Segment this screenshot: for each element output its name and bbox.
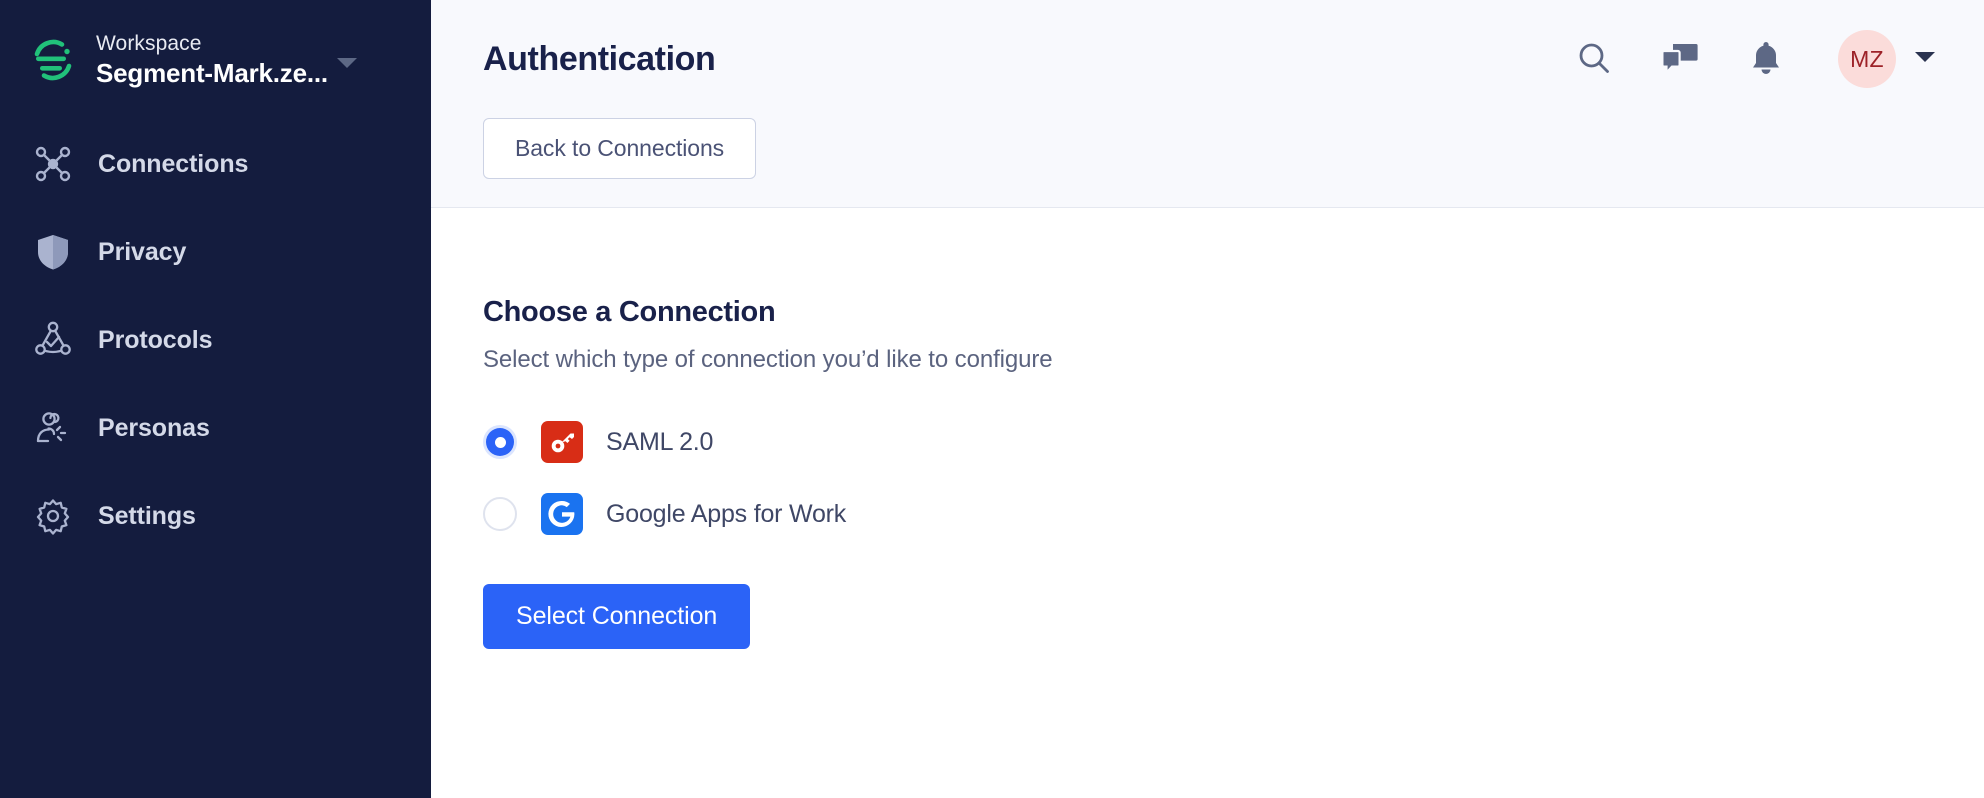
sidebar-item-label: Settings [98,501,196,530]
sidebar-item-protocols[interactable]: Protocols [0,296,431,384]
back-to-connections-button[interactable]: Back to Connections [483,118,757,179]
user-menu[interactable]: MZ [1838,30,1936,88]
search-icon [1576,40,1612,79]
radio-google-apps[interactable] [483,497,517,531]
google-g-icon [541,493,583,535]
workspace-label: Workspace [96,32,202,55]
avatar: MZ [1838,30,1896,88]
sidebar-nav: Connections Privacy Protocols Personas S… [0,120,431,560]
sidebar-item-personas[interactable]: Personas [0,384,431,472]
main-content: Authentication MZ Back to Connections Ch… [431,0,1984,798]
notifications-button[interactable] [1744,37,1788,81]
option-google-apps[interactable]: Google Apps for Work [483,478,1984,550]
chat-bubbles-icon [1661,41,1698,78]
key-icon [541,421,583,463]
caret-down-icon [336,56,358,75]
sidebar-item-privacy[interactable]: Privacy [0,208,431,296]
radio-saml[interactable] [483,425,517,459]
choose-connection-section: Choose a Connection Select which type of… [431,208,1984,798]
topbar-actions: MZ [1572,30,1936,88]
gear-icon [32,495,74,537]
connections-icon [32,143,74,185]
section-subheading: Select which type of connection you’d li… [483,346,1053,373]
radio-dot [494,436,506,448]
sidebar-item-label: Connections [98,149,249,178]
sidebar-item-label: Protocols [98,325,213,354]
topbar: Authentication MZ [431,0,1984,118]
sidebar-item-connections[interactable]: Connections [0,120,431,208]
workspace-name: Segment-Mark.ze... [96,58,328,88]
search-button[interactable] [1572,37,1616,81]
shield-icon [32,231,74,273]
app-root: Workspace Segment-Mark.ze... Connections… [0,0,1984,798]
option-label: SAML 2.0 [606,427,714,456]
section-heading: Choose a Connection [483,296,776,328]
radio-ring [486,428,514,456]
bell-icon [1750,40,1782,79]
sidebar: Workspace Segment-Mark.ze... Connections… [0,0,431,798]
caret-down-icon [1914,50,1936,69]
segment-logo-icon [28,35,78,85]
sidebar-item-label: Privacy [98,237,187,266]
sidebar-item-settings[interactable]: Settings [0,472,431,560]
option-label: Google Apps for Work [606,499,847,528]
workspace-switcher[interactable]: Workspace Segment-Mark.ze... [0,0,431,98]
sidebar-item-label: Personas [98,413,210,442]
subbar: Back to Connections [431,118,1984,208]
page-title: Authentication [483,39,716,78]
select-connection-button[interactable]: Select Connection [483,584,751,649]
personas-icon [32,407,74,449]
connection-options: SAML 2.0 Google Apps for Work [483,406,1984,550]
chat-button[interactable] [1658,37,1702,81]
workspace-text: Workspace Segment-Mark.ze... [96,31,328,89]
protocols-icon [32,319,74,361]
option-saml[interactable]: SAML 2.0 [483,406,1984,478]
